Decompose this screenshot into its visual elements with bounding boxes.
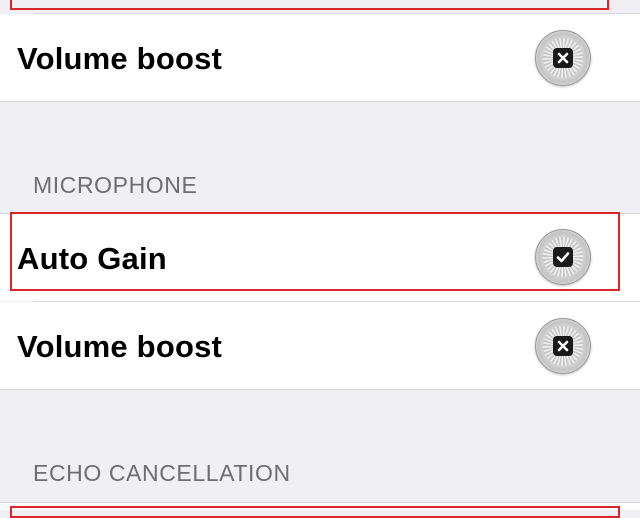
- section-header-echo-cancellation: ECHO CANCELLATION: [33, 460, 291, 486]
- row-label: Volume boost: [17, 41, 223, 76]
- divider: [0, 101, 640, 102]
- highlight-box-bottom: [10, 506, 620, 518]
- highlight-box-auto-gain: [10, 212, 620, 291]
- x-mark-icon: [553, 336, 573, 356]
- x-mark-icon: [553, 48, 573, 68]
- volume-boost-toggle[interactable]: [535, 30, 591, 86]
- divider: [0, 389, 640, 390]
- row-label: Volume boost: [17, 329, 223, 364]
- highlight-box-top: [10, 0, 609, 10]
- settings-row-volume-boost-mic[interactable]: Volume boost: [0, 302, 640, 389]
- divider: [33, 13, 640, 14]
- settings-row-volume-boost[interactable]: Volume boost: [0, 14, 640, 102]
- section-header-microphone: MICROPHONE: [33, 172, 198, 198]
- volume-boost-mic-toggle[interactable]: [535, 318, 591, 374]
